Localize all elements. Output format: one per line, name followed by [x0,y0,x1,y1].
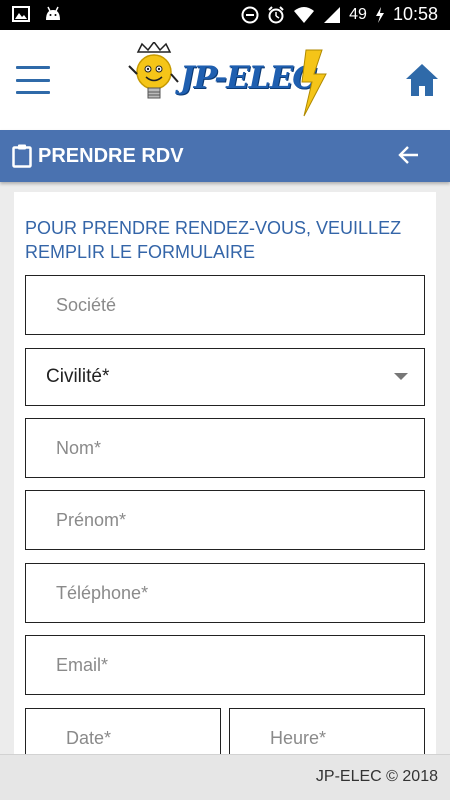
telephone-field[interactable] [25,563,425,623]
civilite-selected-value: Civilité* [46,366,110,387]
brand-logo: JP-ELEC [128,42,328,122]
civilite-select[interactable]: Civilité* [25,348,425,406]
prenom-input[interactable] [26,491,424,549]
form-heading: POUR PRENDRE RENDEZ-VOUS, VEUILLEZ REMPL… [25,218,402,262]
home-icon[interactable] [404,62,440,98]
arrow-back-icon[interactable] [398,144,420,166]
copyright-text: JP-ELEC © 2018 [315,768,438,785]
do-not-disturb-icon [241,6,259,23]
footer: JP-ELEC © 2018 [0,754,450,800]
lightbulb-mascot-icon [128,42,179,99]
battery-charging-icon [375,6,384,23]
alarm-icon [268,5,284,23]
dropdown-arrow-icon [394,373,408,380]
android-icon [46,6,60,20]
battery-level: 49 [349,5,367,23]
lightning-bolt-icon [301,49,327,117]
nom-input[interactable] [26,419,424,477]
app-header: JP-ELEC [0,30,450,130]
societe-field[interactable] [25,275,425,335]
signal-icon [324,6,341,23]
email-input[interactable] [26,636,424,694]
telephone-input[interactable] [26,564,424,622]
image-icon [12,6,30,22]
page-title-bar: PRENDRE RDV [0,130,450,182]
logo-text: JP-ELEC [180,60,317,96]
hamburger-menu-icon[interactable] [16,66,50,94]
prenom-field[interactable] [25,490,425,550]
wifi-icon [294,6,315,23]
clipboard-icon [12,144,32,168]
appointment-form-card: POUR PRENDRE RENDEZ-VOUS, VEUILLEZ REMPL… [14,192,436,800]
status-bar: 49 10:58 [0,0,450,30]
page-title: PRENDRE RDV [38,145,184,167]
clock: 10:58 [392,4,438,24]
nom-field[interactable] [25,418,425,478]
societe-input[interactable] [26,276,424,334]
email-field[interactable] [25,635,425,695]
